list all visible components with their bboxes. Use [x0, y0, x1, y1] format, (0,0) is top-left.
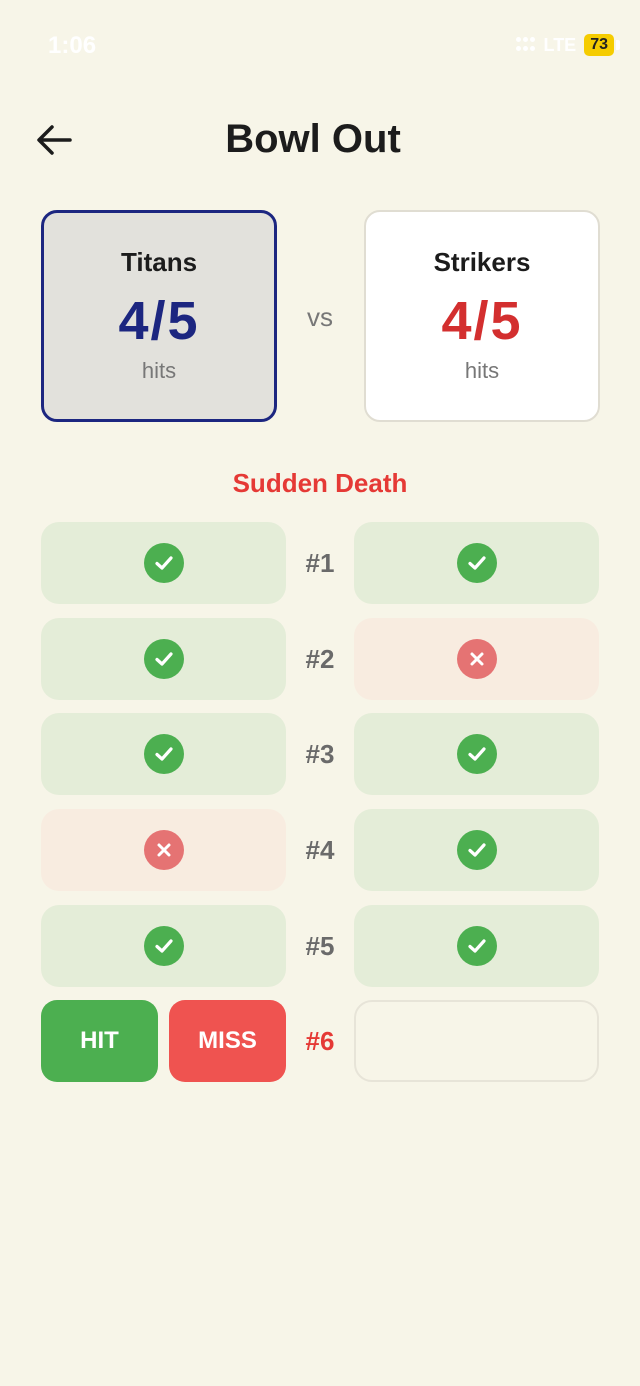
vs-label: vs	[307, 302, 333, 332]
x-circle-icon	[456, 639, 497, 679]
round-label: #3	[305, 739, 335, 769]
team-score-unit: hits	[141, 358, 177, 383]
check-circle-icon	[456, 543, 497, 583]
check-circle-icon	[456, 926, 497, 966]
result-cell-team-b	[354, 809, 599, 891]
battery-tip	[616, 40, 620, 50]
result-cell-team-a	[41, 522, 286, 604]
status-time: 1:06	[48, 32, 97, 59]
result-cell-team-b	[354, 713, 599, 795]
team-card-titans[interactable]: Titans 4/5 hits	[41, 210, 277, 422]
check-circle-icon	[143, 734, 184, 774]
round-row: #3	[0, 713, 640, 795]
round-row: #5	[0, 905, 640, 987]
team-name: Titans	[120, 247, 198, 277]
check-circle-icon	[143, 639, 184, 679]
x-circle-icon	[143, 830, 184, 870]
round-label: #2	[305, 644, 335, 674]
result-cell-team-a	[41, 713, 286, 795]
round-label: #1	[305, 548, 335, 578]
check-circle-icon	[143, 926, 184, 966]
miss-button[interactable]: MISS	[169, 1000, 286, 1082]
result-cell-team-a	[41, 905, 286, 987]
status-indicators: LTE 73	[515, 34, 620, 56]
battery-icon: 73	[584, 34, 614, 56]
result-cell-team-b	[354, 618, 599, 700]
check-circle-icon	[456, 734, 497, 774]
hit-button[interactable]: HIT	[41, 1000, 158, 1082]
round-label-current: #6	[305, 1026, 335, 1056]
result-cell-team-a	[41, 618, 286, 700]
status-bar: 1:06 LTE 73	[0, 0, 640, 90]
team-score-unit: hits	[464, 358, 500, 383]
round-row: #2	[0, 618, 640, 700]
signal-icon	[515, 37, 536, 53]
check-circle-icon	[456, 830, 497, 870]
check-circle-icon	[143, 543, 184, 583]
round-row: #4	[0, 809, 640, 891]
result-cell-team-b	[354, 905, 599, 987]
result-cell-team-b-pending	[354, 1000, 599, 1082]
result-cell-team-b	[354, 522, 599, 604]
header: Bowl Out	[0, 105, 640, 175]
round-row: #1	[0, 522, 640, 604]
round-label: #4	[305, 835, 335, 865]
round-label: #5	[305, 931, 335, 961]
team-score: 4/5	[118, 291, 200, 351]
page-title: Bowl Out	[225, 117, 401, 161]
result-cell-team-a	[41, 809, 286, 891]
team-score: 4/5	[441, 291, 523, 351]
current-round-row: HIT MISS #6	[0, 1000, 640, 1082]
network-label: LTE	[543, 34, 577, 55]
phase-label: Sudden Death	[232, 468, 408, 498]
team-name: Strikers	[433, 247, 531, 277]
team-card-strikers[interactable]: Strikers 4/5 hits	[364, 210, 600, 422]
